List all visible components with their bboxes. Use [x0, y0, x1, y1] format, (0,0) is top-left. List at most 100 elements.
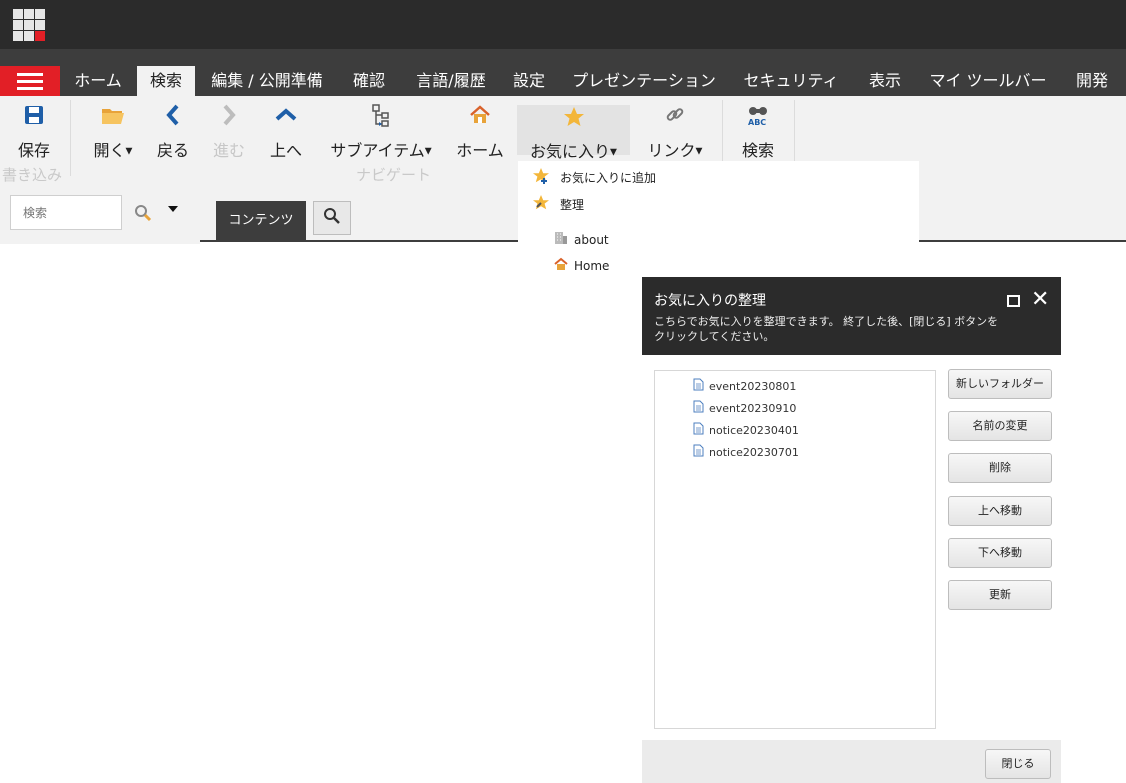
document-icon: [693, 400, 704, 416]
tree-item-label: event20230801: [709, 379, 797, 393]
tab-view[interactable]: 表示: [862, 66, 908, 96]
maximize-icon[interactable]: [1007, 295, 1020, 307]
dialog-footer: 閉じる: [642, 740, 1061, 783]
up-label: 上へ: [269, 141, 302, 160]
group-label-write: 書き込み: [2, 166, 63, 184]
menu-icon[interactable]: [0, 66, 60, 96]
home-label: ホーム: [456, 141, 504, 160]
tree-item[interactable]: event20230801: [693, 378, 796, 394]
home-icon: [454, 104, 506, 134]
tab-security[interactable]: セキュリティ: [738, 66, 844, 96]
document-icon: [693, 422, 704, 438]
star-icon: [517, 105, 630, 135]
document-icon: [693, 378, 704, 394]
open-label: 開く: [93, 141, 126, 160]
tab-review[interactable]: 確認: [346, 66, 392, 96]
links-label: リンク: [647, 141, 696, 160]
open-button[interactable]: 開く▼: [88, 104, 138, 161]
star-organize-icon: [532, 194, 550, 215]
favorites-label: お気に入り: [530, 142, 611, 161]
favorite-item-label: about: [574, 232, 609, 247]
move-down-button[interactable]: 下へ移動: [948, 538, 1052, 568]
home-icon: [554, 257, 568, 274]
close-icon[interactable]: ✕: [1031, 289, 1049, 311]
organize-favorites-menu-item[interactable]: 整理: [532, 194, 584, 215]
chevron-down-icon: ▼: [424, 146, 432, 157]
subitems-label: サブアイテム: [330, 141, 425, 160]
chevron-down-icon: ▼: [125, 146, 133, 157]
subitems-button[interactable]: サブアイテム▼: [324, 104, 438, 161]
tab-developer[interactable]: 開発: [1068, 66, 1116, 96]
tree-item-label: notice20230701: [709, 445, 799, 459]
tree-item[interactable]: notice20230401: [693, 422, 799, 438]
favorites-dropdown: お気に入りに追加 整理 about Home: [518, 161, 919, 281]
tab-contents[interactable]: コンテンツ: [216, 201, 306, 240]
chevron-right-icon: [212, 104, 246, 134]
organize-label: 整理: [560, 198, 585, 212]
binoculars-icon: ABC: [738, 104, 778, 134]
group-divider: [70, 100, 71, 176]
save-button[interactable]: 保存: [14, 104, 54, 161]
search-label: 検索: [741, 141, 774, 160]
tree-item[interactable]: event20230910: [693, 400, 796, 416]
link-icon: [642, 104, 708, 134]
launchpad-icon[interactable]: [13, 9, 45, 41]
favorite-item-label: Home: [574, 258, 610, 273]
tab-language-history[interactable]: 言語/履歴: [408, 66, 494, 96]
add-favorite-menu-item[interactable]: お気に入りに追加: [532, 167, 656, 188]
document-icon: [693, 444, 704, 460]
favorite-item-about[interactable]: about: [554, 231, 609, 248]
content-tree-search-pane: [0, 184, 200, 244]
folder-open-icon: [88, 104, 138, 134]
favorites-tree: event20230801 event20230910 notice202304…: [654, 370, 936, 729]
add-favorite-label: お気に入りに追加: [560, 171, 657, 185]
tree-item-label: notice20230401: [709, 423, 799, 437]
favorites-button[interactable]: お気に入り▼: [517, 105, 630, 161]
delete-button[interactable]: 削除: [948, 453, 1052, 483]
save-icon: [14, 104, 54, 134]
links-button[interactable]: リンク▼: [642, 104, 708, 161]
tab-presentation[interactable]: プレゼンテーション: [566, 66, 722, 96]
rename-button[interactable]: 名前の変更: [948, 411, 1052, 441]
search-input[interactable]: [10, 195, 122, 230]
star-add-icon: [532, 167, 550, 188]
dialog-subtitle: こちらでお気に入りを整理できます。 終了した後、[閉じる] ボタンをクリックして…: [654, 315, 999, 343]
dialog-header: お気に入りの整理 こちらでお気に入りを整理できます。 終了した後、[閉じる] ボ…: [642, 277, 1061, 355]
tab-settings[interactable]: 設定: [507, 66, 551, 96]
up-button[interactable]: 上へ: [268, 104, 304, 161]
chevron-down-icon: ▼: [695, 146, 703, 157]
tab-edit-publish[interactable]: 編集 / 公開準備: [202, 66, 332, 96]
building-icon: [554, 231, 568, 248]
chevron-up-icon: [268, 104, 304, 134]
tree-item[interactable]: notice20230701: [693, 444, 799, 460]
back-label: 戻る: [156, 141, 189, 160]
favorite-item-home[interactable]: Home: [554, 257, 609, 274]
search-button[interactable]: ABC 検索: [738, 104, 778, 161]
dialog-title: お気に入りの整理: [654, 293, 766, 309]
refresh-button[interactable]: 更新: [948, 580, 1052, 610]
svg-text:ABC: ABC: [748, 118, 766, 127]
search-tab-button[interactable]: [313, 201, 351, 235]
search-icon[interactable]: [134, 204, 152, 226]
tree-item-label: event20230910: [709, 401, 797, 415]
chevron-left-icon: [156, 104, 190, 134]
caret-down-icon[interactable]: [168, 206, 178, 212]
home-button[interactable]: ホーム: [454, 104, 506, 161]
chevron-down-icon: ▼: [610, 147, 617, 158]
move-up-button[interactable]: 上へ移動: [948, 496, 1052, 526]
organize-favorites-dialog: お気に入りの整理 こちらでお気に入りを整理できます。 終了した後、[閉じる] ボ…: [642, 277, 1061, 783]
back-button[interactable]: 戻る: [156, 104, 190, 161]
save-label: 保存: [17, 141, 50, 160]
tab-home[interactable]: ホーム: [64, 66, 132, 96]
tab-search[interactable]: 検索: [137, 66, 195, 96]
ribbon-tab-strip: ホーム 検索 編集 / 公開準備 確認 言語/履歴 設定 プレゼンテーション セ…: [0, 49, 1126, 96]
forward-button[interactable]: 進む: [212, 104, 246, 161]
close-button[interactable]: 閉じる: [985, 749, 1051, 779]
top-bar: [0, 0, 1126, 49]
search-icon: [323, 207, 341, 229]
forward-label: 進む: [212, 141, 245, 160]
hierarchy-icon: [324, 104, 438, 134]
group-label-navigate: ナビゲート: [356, 166, 432, 184]
tab-my-toolbar[interactable]: マイ ツールバー: [924, 66, 1052, 96]
new-folder-button[interactable]: 新しいフォルダー: [948, 369, 1052, 399]
